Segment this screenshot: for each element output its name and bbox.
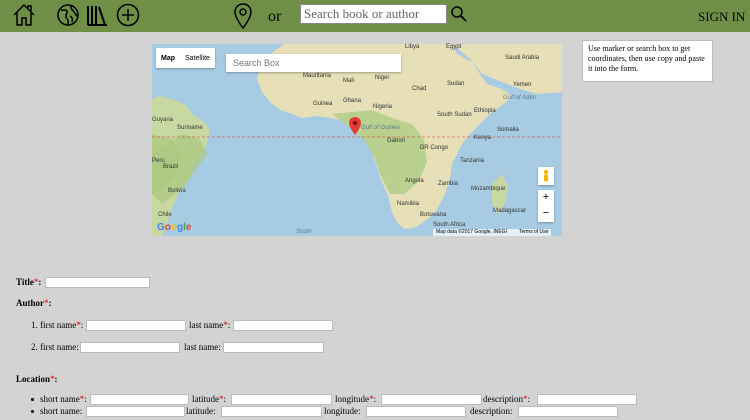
location-2-longitude-input[interactable] (366, 406, 466, 417)
author-1-last-name-label: last name*: (189, 320, 231, 330)
coordinates-hint: Use marker or search box to get coordina… (582, 40, 713, 82)
map-marker-icon[interactable] (349, 117, 361, 135)
pegman-icon[interactable] (538, 167, 554, 185)
map-label: Nigeria (373, 104, 393, 110)
map-label: Yemen (513, 82, 532, 88)
location-1-description-input[interactable] (537, 394, 637, 405)
map-label: Chile (158, 212, 172, 218)
list-bullet (31, 398, 34, 401)
home-icon[interactable] (12, 3, 36, 27)
list-bullet (31, 410, 34, 413)
location-latitude-label: latitude*: (192, 394, 227, 404)
map-label: Botswana (420, 212, 447, 218)
location-1-short-name-input[interactable] (90, 394, 189, 405)
title-input[interactable] (45, 277, 150, 288)
author-label: Author*: (16, 298, 52, 308)
location-pin-icon[interactable] (234, 3, 252, 29)
sign-in-link[interactable]: SIGN IN (698, 9, 745, 25)
or-text: or (268, 8, 282, 25)
map-label: Mozambique (471, 186, 506, 192)
author-2-last-name-input[interactable] (223, 342, 324, 353)
location-description-label: description*: (483, 394, 531, 404)
map-search-input[interactable] (226, 54, 401, 72)
map-label: Madagascar (493, 208, 527, 214)
map-label: South Sudan (437, 112, 472, 118)
map-label: Mauritania (303, 73, 332, 79)
map-label: South Africa (433, 222, 466, 228)
location-short-name-label: short name*: (40, 394, 87, 404)
location-longitude-label: longitude: (324, 406, 361, 416)
author-1-first-name-input[interactable] (86, 320, 186, 331)
map-label: Saudi Arabia (505, 55, 540, 61)
map-label: Niger (375, 75, 390, 81)
location-1-longitude-input[interactable] (381, 394, 482, 405)
map-label: Chad (412, 86, 427, 92)
map-label: Zambia (438, 181, 459, 187)
zoom-in-button[interactable]: + (538, 190, 554, 206)
map-type-map-button[interactable]: Map (156, 55, 180, 62)
map-label: Tanzania (460, 158, 485, 164)
map-label: Gabon (387, 138, 406, 144)
globe-icon[interactable] (56, 3, 80, 27)
location-1-latitude-input[interactable] (231, 394, 332, 405)
map-attribution: Map data ©2017 Google, INEGI Terms of Us… (433, 229, 552, 236)
location-latitude-label: latitude: (186, 406, 216, 416)
library-icon[interactable] (86, 3, 110, 27)
map-label: Suriname (177, 125, 203, 131)
map-label: South (296, 229, 312, 235)
map-label: Guinea (313, 101, 333, 107)
author-row-2: 2. first name: (31, 342, 79, 352)
location-2-short-name-input[interactable] (86, 406, 185, 417)
zoom-control: + − (538, 190, 554, 222)
map-type-control: Map Satellite (156, 48, 215, 68)
title-label: Title*: (16, 277, 42, 287)
add-circle-icon[interactable] (116, 3, 140, 27)
map-label: Namibia (397, 201, 420, 207)
location-2-description-input[interactable] (518, 406, 618, 417)
map-data-credit: Map data ©2017 Google, INEGI (436, 229, 507, 235)
map-label: Ethiopia (474, 108, 496, 114)
map-label: Angola (405, 178, 424, 184)
google-logo: Google (157, 222, 192, 233)
map-label: Kenya (474, 135, 492, 141)
map-label: Bolivia (168, 188, 186, 194)
map-label: Egypt (446, 44, 462, 50)
map-label: Brazil (163, 164, 179, 170)
location-label: Location*: (16, 374, 58, 384)
map-label: Mali (343, 78, 355, 84)
author-row-1: 1. first name*: (31, 320, 84, 330)
author-2-first-name-input[interactable] (80, 342, 180, 353)
author-1-last-name-input[interactable] (233, 320, 333, 331)
search-icon[interactable] (451, 6, 467, 22)
map-type-satellite-button[interactable]: Satellite (180, 55, 215, 62)
map-label: Somalia (497, 127, 519, 133)
map-label: Ghana (343, 98, 362, 104)
map-label: Gulf of Aden (503, 95, 537, 101)
map-label: Sudan (447, 81, 465, 87)
location-longitude-label: longitude*: (335, 394, 377, 404)
zoom-out-button[interactable]: − (538, 206, 554, 222)
location-2-latitude-input[interactable] (221, 406, 322, 417)
location-description-label: description: (470, 406, 513, 416)
map-label: Gulf of Guinea (361, 125, 400, 131)
location-short-name-label: short name: (40, 406, 83, 416)
map-label: Guyana (152, 117, 174, 123)
search-book-input[interactable] (300, 4, 447, 24)
terms-of-use-link[interactable]: Terms of Use (519, 229, 548, 236)
map-label: DR Congo (420, 145, 449, 151)
author-2-last-name-label: last name: (184, 342, 221, 352)
map-label: Libya (405, 44, 420, 50)
